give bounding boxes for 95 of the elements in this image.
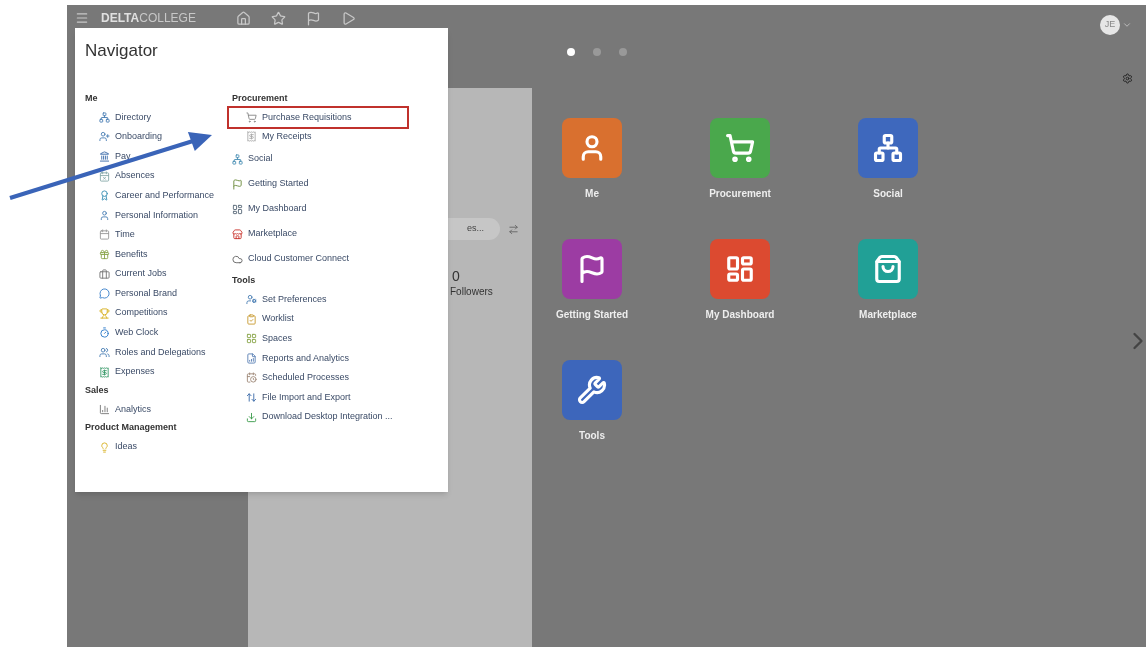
chevron-down-icon[interactable] — [1122, 20, 1132, 30]
org-chart-icon — [232, 153, 243, 165]
store-icon — [232, 228, 243, 240]
star-icon[interactable] — [270, 10, 286, 26]
section-heading: Procurement — [232, 91, 289, 105]
tile-label: Social — [873, 187, 903, 201]
flag-icon — [577, 254, 607, 284]
navigator-link[interactable]: Spaces — [232, 328, 438, 349]
navigator-link[interactable]: My Receipts — [232, 127, 438, 147]
navigator-link[interactable]: Onboarding — [85, 127, 232, 147]
receipt-icon — [246, 131, 257, 143]
app-tile[interactable] — [562, 118, 622, 178]
report-icon — [246, 352, 257, 364]
award-icon — [99, 190, 110, 202]
user-plus-icon — [99, 131, 110, 143]
navigator-link[interactable]: Worklist — [232, 309, 438, 329]
people-icon — [99, 346, 110, 358]
brand-logo: DELTACOLLEGE — [101, 10, 196, 27]
calendar-icon — [99, 229, 110, 241]
navigator-link[interactable]: Social — [232, 146, 438, 172]
wrench-icon — [577, 375, 607, 405]
tile-label: Getting Started — [555, 308, 629, 322]
receipt-icon — [99, 366, 110, 378]
grid-icon — [246, 333, 257, 345]
stopwatch-icon — [99, 327, 110, 339]
play-icon[interactable] — [340, 10, 356, 26]
navigator-link[interactable]: Scheduled Processes — [232, 368, 438, 388]
person-icon — [99, 209, 110, 221]
calendar-clock-icon — [246, 372, 257, 384]
bank-icon — [99, 151, 110, 162]
followers-count: 0 — [452, 267, 460, 286]
navigator-link[interactable]: Ideas — [85, 437, 232, 457]
cart-icon — [725, 133, 755, 163]
cloud-icon — [232, 253, 243, 265]
calendar-icon — [99, 170, 110, 182]
navigator-link[interactable]: Competitions — [85, 303, 232, 324]
tile-label: Procurement — [709, 187, 771, 201]
chat-icon — [99, 288, 110, 300]
navigator-link[interactable]: Roles and Delegations — [85, 342, 232, 363]
navigator-link[interactable]: Career and Performance — [85, 185, 232, 206]
briefcase-icon — [99, 268, 110, 280]
org-chart-icon — [873, 133, 903, 163]
navigator-link[interactable]: Time — [85, 225, 232, 245]
menu-icon[interactable] — [75, 11, 89, 25]
navigator-link[interactable]: Getting Started — [232, 171, 438, 197]
app-tile[interactable] — [710, 118, 770, 178]
navigator-link[interactable]: Absences — [85, 166, 232, 186]
lightbulb-icon — [99, 441, 110, 453]
flag-icon[interactable] — [305, 10, 321, 26]
gift-icon — [99, 248, 110, 260]
tile-label: Tools — [579, 429, 605, 443]
navigator-title: Navigator — [85, 40, 159, 62]
dashboard-icon — [232, 203, 243, 215]
app-tile[interactable] — [562, 239, 622, 299]
home-icon[interactable] — [235, 10, 251, 26]
navigator-link[interactable]: Download Desktop Integration ... — [232, 407, 438, 427]
navigator-link[interactable]: Set Preferences — [232, 289, 438, 310]
navigator-link[interactable]: Web Clock — [85, 323, 232, 343]
navigator-link[interactable]: Personal Brand — [85, 283, 232, 304]
navigator-link[interactable]: Purchase Requisitions — [229, 107, 407, 128]
navigator-link[interactable]: Current Jobs — [85, 264, 232, 284]
tile-label: My Dashboard — [705, 308, 775, 322]
trophy-icon — [99, 307, 110, 319]
clipboard-icon — [246, 313, 257, 325]
navigator-link[interactable]: Personal Information — [85, 205, 232, 226]
section-heading: Product Management — [85, 421, 178, 435]
tile-label: Marketplace — [859, 308, 917, 322]
navigator-link[interactable]: Pay — [85, 146, 232, 167]
flag-icon — [232, 178, 243, 190]
download-icon — [246, 411, 257, 423]
app-tile[interactable] — [562, 360, 622, 420]
up-down-arrows-icon — [246, 391, 257, 403]
app-tile[interactable] — [710, 239, 770, 299]
bar-chart-icon — [99, 404, 110, 416]
navigator-link[interactable]: File Import and Export — [232, 387, 438, 408]
user-settings-icon — [246, 294, 257, 305]
section-heading: Sales — [85, 383, 110, 397]
shopping-bag-icon — [873, 254, 903, 284]
navigator-link[interactable]: Benefits — [85, 244, 232, 265]
navigator-link[interactable]: Expenses — [85, 362, 232, 382]
navigator-link[interactable]: Reports and Analytics — [232, 348, 438, 369]
navigator-link[interactable]: Directory — [85, 107, 232, 128]
cart-icon — [246, 111, 257, 123]
followers-label: Followers — [450, 285, 493, 299]
section-heading: Me — [85, 91, 99, 105]
app-tile[interactable] — [858, 239, 918, 299]
navigator-link[interactable]: Cloud Customer Connect — [232, 246, 438, 272]
tile-label: Me — [585, 187, 599, 201]
dashboard-icon — [725, 254, 755, 284]
org-chart-icon — [99, 111, 110, 123]
settings-icon[interactable] — [1122, 73, 1133, 84]
switch-icon[interactable] — [508, 224, 519, 235]
app-tile[interactable] — [858, 118, 918, 178]
navigator-link[interactable]: Analytics — [85, 399, 232, 420]
section-heading: Tools — [232, 273, 257, 287]
